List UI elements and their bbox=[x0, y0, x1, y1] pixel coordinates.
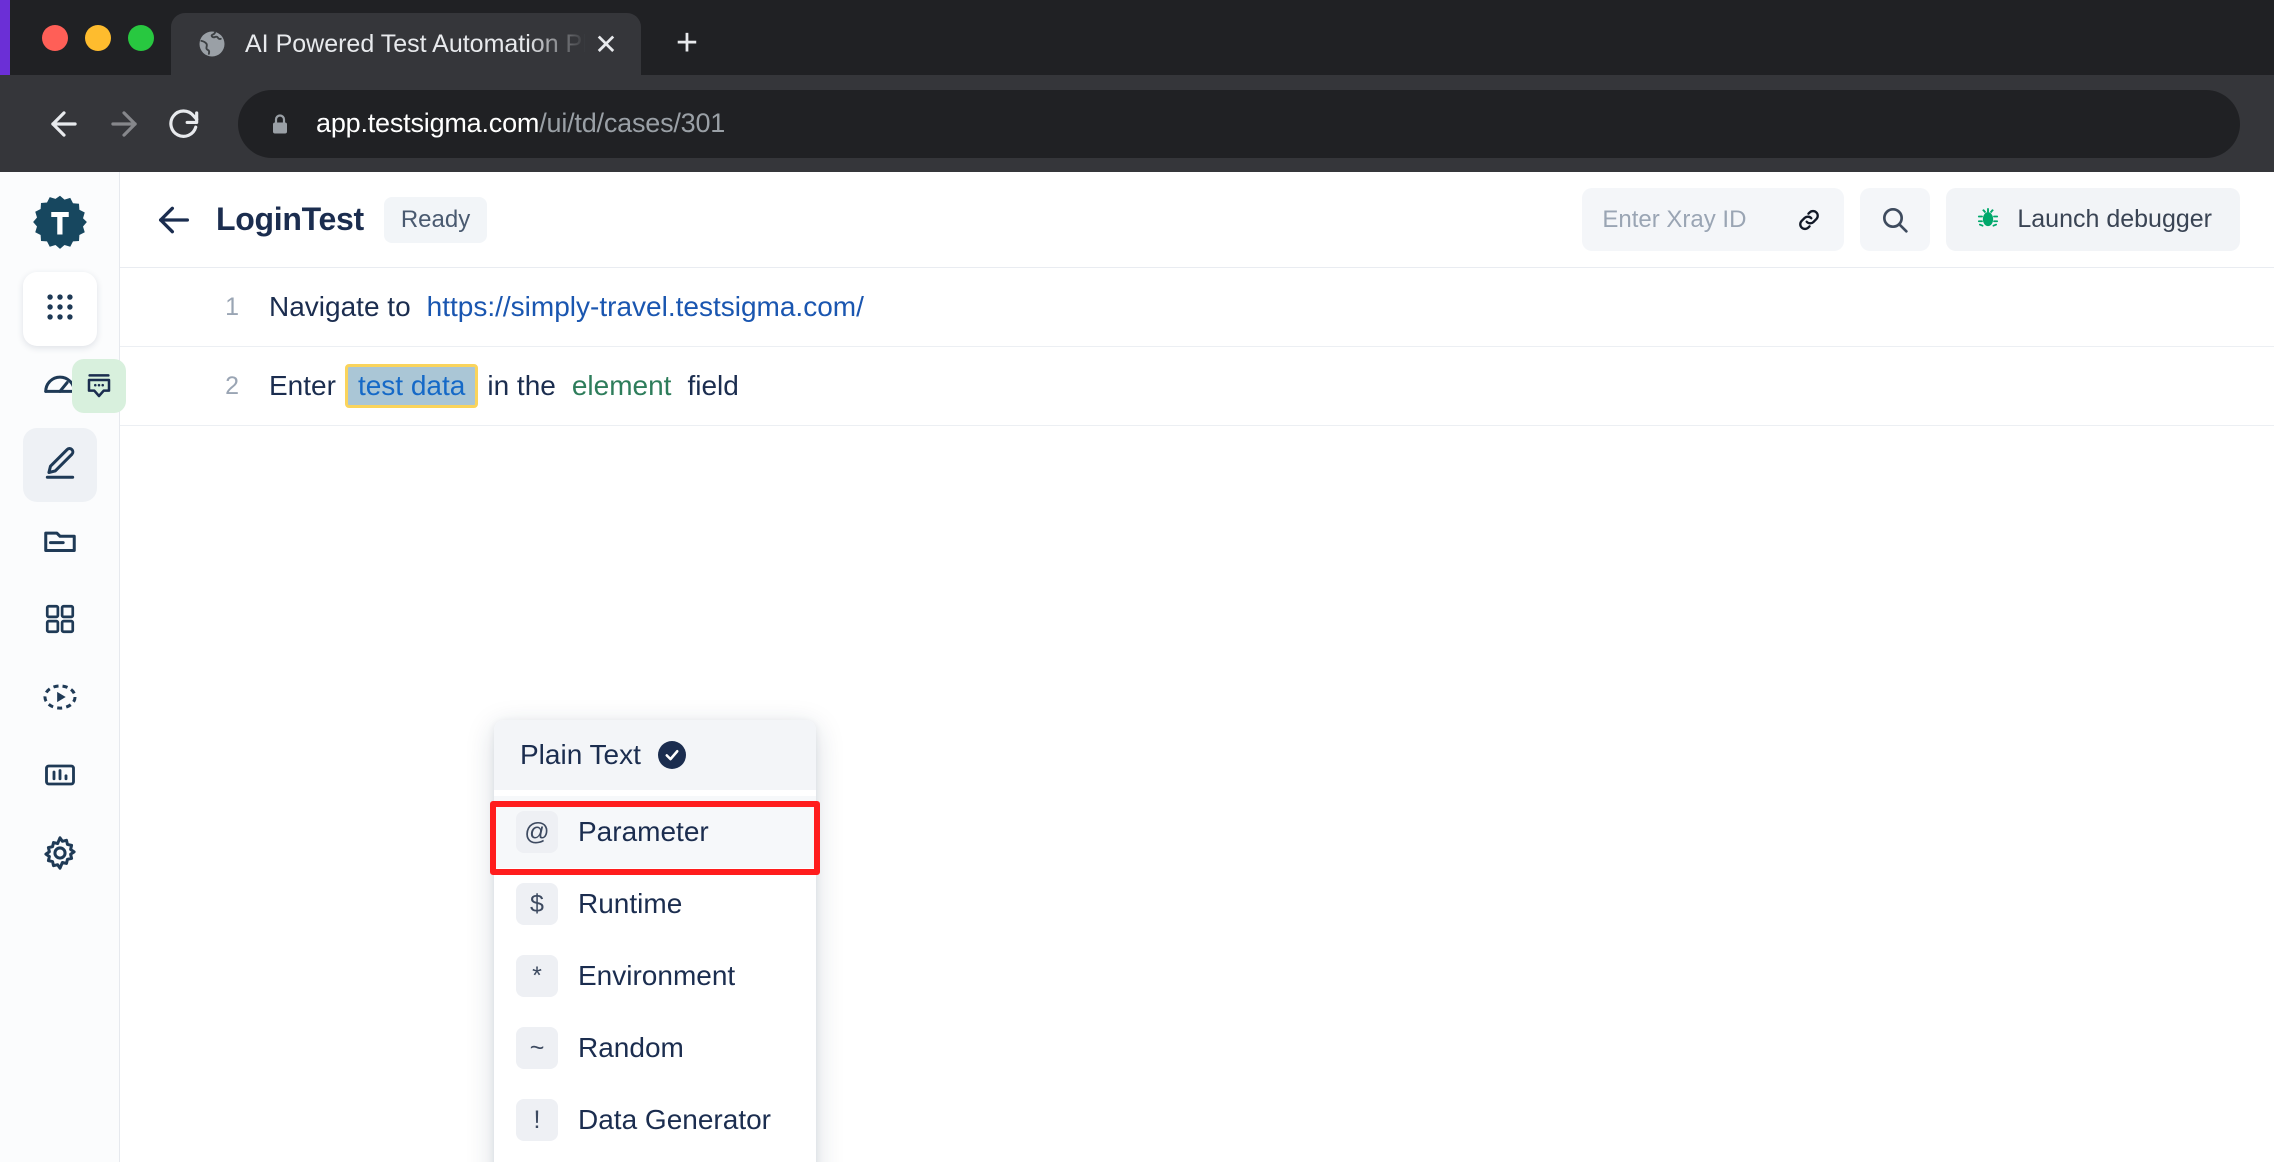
dropdown-item-label: Data Generator bbox=[578, 1104, 771, 1135]
dropdown-item-label: Environment bbox=[578, 960, 736, 991]
url-host: app.testsigma.com bbox=[316, 108, 540, 138]
link-icon[interactable] bbox=[1794, 205, 1824, 235]
window-edge-accent bbox=[0, 0, 10, 75]
dropdown-item-phone-number[interactable]: % Phone Number bbox=[494, 1156, 816, 1162]
xray-id-placeholder: Enter Xray ID bbox=[1602, 205, 1747, 233]
step-connector-label: in the bbox=[487, 370, 556, 401]
plus-icon[interactable]: + bbox=[659, 15, 715, 71]
test-step-row-2[interactable]: 2 Enter test data in the element field bbox=[72, 347, 2274, 426]
sidebar-item-reports[interactable] bbox=[23, 740, 97, 814]
dropdown-item-runtime[interactable]: $ Runtime bbox=[494, 868, 816, 940]
xray-id-input[interactable]: Enter Xray ID bbox=[1582, 188, 1845, 251]
asterisk-symbol-icon: * bbox=[516, 955, 558, 997]
page-header: LoginTest Ready Enter Xray ID Launch deb… bbox=[120, 172, 2274, 268]
grid-four-icon bbox=[43, 602, 77, 641]
dropdown-item-parameter[interactable]: @ Parameter bbox=[494, 796, 816, 868]
launch-debugger-label: Launch debugger bbox=[2017, 205, 2212, 233]
sidebar-item-create-tests[interactable] bbox=[22, 428, 97, 502]
dropdown-header-plain-text[interactable]: Plain Text bbox=[494, 720, 816, 790]
apps-grid-icon bbox=[43, 290, 77, 329]
step-action-label: Navigate to bbox=[269, 291, 411, 322]
enter-text-field-icon[interactable] bbox=[72, 359, 126, 413]
sidebar-item-runs[interactable] bbox=[23, 662, 97, 736]
browser-window: AI Powered Test Automation Platform ✕ + bbox=[0, 0, 2274, 1162]
minimize-window-button[interactable] bbox=[85, 25, 111, 51]
lock-icon bbox=[268, 109, 294, 139]
back-arrow-icon[interactable] bbox=[34, 94, 94, 154]
address-bar[interactable]: app.testsigma.com/ui/td/cases/301 bbox=[238, 89, 2240, 158]
globe-icon bbox=[197, 29, 227, 59]
browser-tab-title: AI Powered Test Automation Platform bbox=[245, 29, 589, 58]
test-data-token[interactable]: test data bbox=[344, 363, 479, 409]
browser-toolbar: app.testsigma.com/ui/td/cases/301 bbox=[0, 75, 2274, 172]
sidebar-item-suites[interactable] bbox=[23, 584, 97, 658]
launch-debugger-button[interactable]: Launch debugger bbox=[1946, 188, 2240, 251]
dollar-symbol-icon: $ bbox=[516, 883, 558, 925]
pencil-icon bbox=[41, 444, 79, 487]
sidebar-item-settings[interactable] bbox=[23, 818, 97, 892]
test-data-type-dropdown[interactable]: Plain Text @ Parameter $ Runtime * Envir… bbox=[494, 720, 816, 1162]
gear-icon bbox=[41, 834, 79, 877]
sidebar-item-apps-grid[interactable] bbox=[22, 272, 97, 346]
sidebar-item-test-data[interactable] bbox=[23, 506, 97, 580]
check-circle-icon bbox=[657, 741, 686, 769]
forward-arrow-icon[interactable] bbox=[94, 94, 154, 154]
bug-icon bbox=[1974, 204, 2002, 236]
step-number: 1 bbox=[225, 292, 239, 321]
dropdown-item-data-generator[interactable]: ! Data Generator bbox=[494, 1084, 816, 1156]
browser-tab[interactable]: AI Powered Test Automation Platform ✕ bbox=[171, 13, 641, 75]
dropdown-item-label: Random bbox=[578, 1032, 684, 1063]
folder-icon bbox=[41, 522, 79, 565]
testsigma-logo-icon[interactable] bbox=[24, 186, 96, 258]
close-icon[interactable]: ✕ bbox=[589, 27, 623, 61]
dropdown-item-label: Parameter bbox=[578, 816, 709, 847]
step-text: Enter test data in the element field bbox=[269, 363, 739, 409]
left-nav-rail bbox=[0, 172, 120, 1162]
window-traffic-lights bbox=[0, 25, 154, 75]
tilde-symbol-icon: ~ bbox=[516, 1027, 558, 1069]
bar-chart-icon bbox=[42, 757, 78, 798]
exclamation-symbol-icon: ! bbox=[516, 1099, 558, 1141]
maximize-window-button[interactable] bbox=[128, 25, 154, 51]
test-step-row-1[interactable]: 1 Navigate to https://simply-travel.test… bbox=[120, 268, 2274, 347]
page-title: LoginTest bbox=[216, 201, 364, 237]
step-suffix-label: field bbox=[687, 370, 739, 401]
element-token[interactable]: element bbox=[572, 370, 672, 402]
browser-tab-strip: AI Powered Test Automation Platform ✕ + bbox=[0, 0, 2274, 75]
dropdown-item-list: @ Parameter $ Runtime * Environment ~ Ra… bbox=[494, 790, 816, 1162]
dropdown-item-random[interactable]: ~ Random bbox=[494, 1012, 816, 1084]
search-icon[interactable] bbox=[1860, 188, 1931, 251]
step-number: 2 bbox=[225, 371, 239, 400]
application-root: LoginTest Ready Enter Xray ID Launch deb… bbox=[0, 172, 2274, 1162]
at-symbol-icon: @ bbox=[516, 811, 558, 853]
reload-icon[interactable] bbox=[154, 94, 214, 154]
close-window-button[interactable] bbox=[42, 25, 68, 51]
dropdown-item-label: Runtime bbox=[578, 888, 683, 919]
dropdown-item-environment[interactable]: * Environment bbox=[494, 940, 816, 1012]
back-arrow-icon[interactable] bbox=[148, 194, 200, 246]
step-action-label: Enter bbox=[269, 370, 336, 401]
dropdown-header-label: Plain Text bbox=[520, 739, 641, 770]
test-steps-list: 1 Navigate to https://simply-travel.test… bbox=[72, 268, 2274, 1162]
main-column: LoginTest Ready Enter Xray ID Launch deb… bbox=[72, 172, 2274, 1162]
step-text: Navigate to https://simply-travel.testsi… bbox=[269, 291, 864, 323]
url-path: /ui/td/cases/301 bbox=[539, 108, 726, 138]
play-circle-icon bbox=[41, 678, 79, 721]
step-url-link[interactable]: https://simply-travel.testsigma.com/ bbox=[427, 291, 864, 323]
status-badge: Ready bbox=[383, 196, 488, 243]
